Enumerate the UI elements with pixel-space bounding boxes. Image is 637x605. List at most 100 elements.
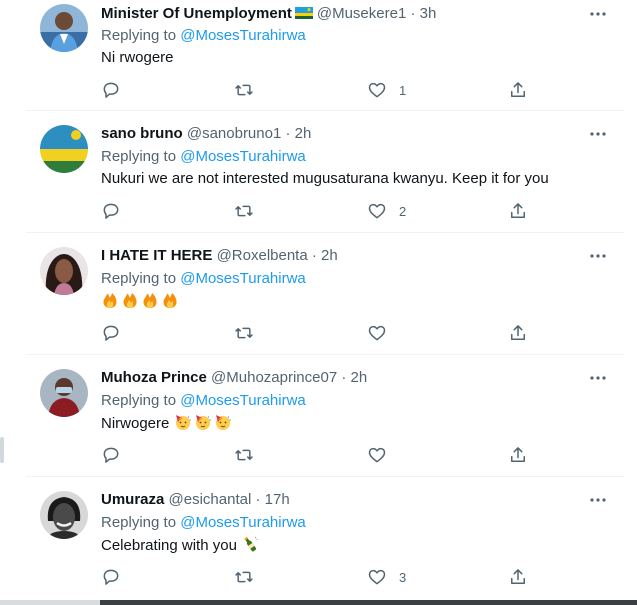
reply-icon <box>103 325 119 341</box>
share-button[interactable] <box>508 80 528 100</box>
tweet-text: Ni rwogere <box>101 49 174 66</box>
partying-face-emoji-icon <box>194 413 212 431</box>
retweet-button[interactable] <box>234 80 254 100</box>
tweet-text: Celebrating with you <box>101 535 261 556</box>
heart-icon <box>368 569 386 585</box>
display-name[interactable]: sano bruno <box>101 125 183 142</box>
timestamp[interactable]: 2h <box>321 247 338 264</box>
heart-icon <box>368 82 386 98</box>
reply-tweet[interactable]: Minister Of Unemployment @Musekere1 · 3h … <box>26 0 624 111</box>
mention-link[interactable]: @MosesTurahirwa <box>180 392 306 409</box>
like-button[interactable] <box>367 445 387 465</box>
timestamp[interactable]: 3h <box>420 5 437 22</box>
fire-emoji-icon <box>101 291 119 309</box>
reply-icon <box>103 82 119 98</box>
share-button[interactable] <box>508 323 528 343</box>
tweet-actions <box>101 323 541 343</box>
share-icon <box>511 447 525 462</box>
retweet-button[interactable] <box>234 323 254 343</box>
timestamp[interactable]: 2h <box>295 125 312 142</box>
fire-emoji-icon <box>121 291 139 309</box>
mention-link[interactable]: @MosesTurahirwa <box>180 148 306 165</box>
share-button[interactable] <box>508 567 528 587</box>
user-handle[interactable]: @Roxelbenta <box>217 247 308 264</box>
reply-button[interactable] <box>101 445 121 465</box>
display-name[interactable]: Umuraza <box>101 491 164 508</box>
side-scroll-grip <box>0 437 4 463</box>
reply-icon <box>103 569 119 585</box>
retweet-icon <box>235 327 253 339</box>
retweet-button[interactable] <box>234 201 254 221</box>
partying-face-emoji-icon <box>214 413 232 431</box>
like-button[interactable]: 1 <box>367 80 406 100</box>
retweet-icon <box>235 571 253 583</box>
heart-icon <box>368 203 386 219</box>
mention-link[interactable]: @MosesTurahirwa <box>180 27 306 44</box>
retweet-button[interactable] <box>234 445 254 465</box>
reply-tweet[interactable]: I HATE IT HERE @Roxelbenta · 2h Replying… <box>26 233 624 355</box>
share-icon <box>511 325 525 340</box>
share-icon <box>511 203 525 218</box>
retweet-icon <box>235 205 253 217</box>
retweet-icon <box>235 84 253 96</box>
mention-link[interactable]: @MosesTurahirwa <box>180 270 306 287</box>
like-count: 1 <box>399 82 407 98</box>
more-options-icon[interactable] <box>586 368 610 388</box>
bottom-bar <box>100 600 637 605</box>
tweet-text: Nukuri we are not interested mugusaturan… <box>101 170 549 187</box>
partying-face-emoji-icon <box>174 413 192 431</box>
reply-button[interactable] <box>101 323 121 343</box>
like-count: 2 <box>399 203 407 219</box>
replying-to: Replying to @MosesTurahirwa <box>101 27 306 44</box>
replies-feed: Minister Of Unemployment @Musekere1 · 3h … <box>26 0 624 605</box>
reply-tweet[interactable]: sano bruno @sanobruno1 · 2h Replying to … <box>26 111 624 233</box>
reply-button[interactable] <box>101 201 121 221</box>
timestamp[interactable]: 17h <box>265 491 290 508</box>
like-button[interactable]: 3 <box>367 567 406 587</box>
display-name[interactable]: I HATE IT HERE <box>101 247 212 264</box>
tweet-actions: 1 <box>101 80 541 100</box>
retweet-button[interactable] <box>234 567 254 587</box>
tweet-actions: 3 <box>101 567 541 587</box>
avatar[interactable] <box>40 491 88 539</box>
more-options-icon[interactable] <box>586 246 610 266</box>
reply-icon <box>103 203 119 219</box>
tweet-text-content: Nirwogere <box>101 415 170 432</box>
reply-button[interactable] <box>101 80 121 100</box>
retweet-icon <box>235 449 253 461</box>
user-handle[interactable]: @esichantal <box>169 491 252 508</box>
replying-to: Replying to @MosesTurahirwa <box>101 392 306 409</box>
share-icon <box>511 82 525 97</box>
like-button[interactable]: 2 <box>367 201 406 221</box>
user-handle[interactable]: @Muhozaprince07 <box>211 369 337 386</box>
like-button[interactable] <box>367 323 387 343</box>
champagne-emoji-icon <box>241 535 259 553</box>
display-name[interactable]: Minister Of Unemployment <box>101 5 292 22</box>
timestamp[interactable]: 2h <box>351 369 368 386</box>
avatar[interactable] <box>40 247 88 295</box>
heart-icon <box>368 325 386 341</box>
reply-button[interactable] <box>101 567 121 587</box>
display-name[interactable]: Muhoza Prince <box>101 369 207 386</box>
heart-icon <box>368 447 386 463</box>
reply-tweet[interactable]: Muhoza Prince @Muhozaprince07 · 2h Reply… <box>26 355 624 477</box>
more-options-icon[interactable] <box>586 124 610 144</box>
more-options-icon[interactable] <box>586 4 610 24</box>
fire-emoji-icon <box>141 291 159 309</box>
fire-emoji-icon <box>161 291 179 309</box>
reply-tweet[interactable]: Umuraza @esichantal · 17h Replying to @M… <box>26 477 624 605</box>
share-button[interactable] <box>508 201 528 221</box>
tweet-actions: 2 <box>101 201 541 221</box>
tweet-text: Nirwogere <box>101 413 234 434</box>
user-handle[interactable]: @Musekere1 <box>317 5 406 22</box>
mention-link[interactable]: @MosesTurahirwa <box>180 514 306 531</box>
user-handle[interactable]: @sanobruno1 <box>187 125 281 142</box>
avatar[interactable] <box>40 369 88 417</box>
share-button[interactable] <box>508 445 528 465</box>
avatar[interactable] <box>40 4 88 52</box>
bottom-bar-segment <box>0 600 100 605</box>
tweet-actions <box>101 445 541 465</box>
tweet-text-content: Celebrating with you <box>101 537 237 554</box>
avatar[interactable] <box>40 125 88 173</box>
more-options-icon[interactable] <box>586 490 610 510</box>
